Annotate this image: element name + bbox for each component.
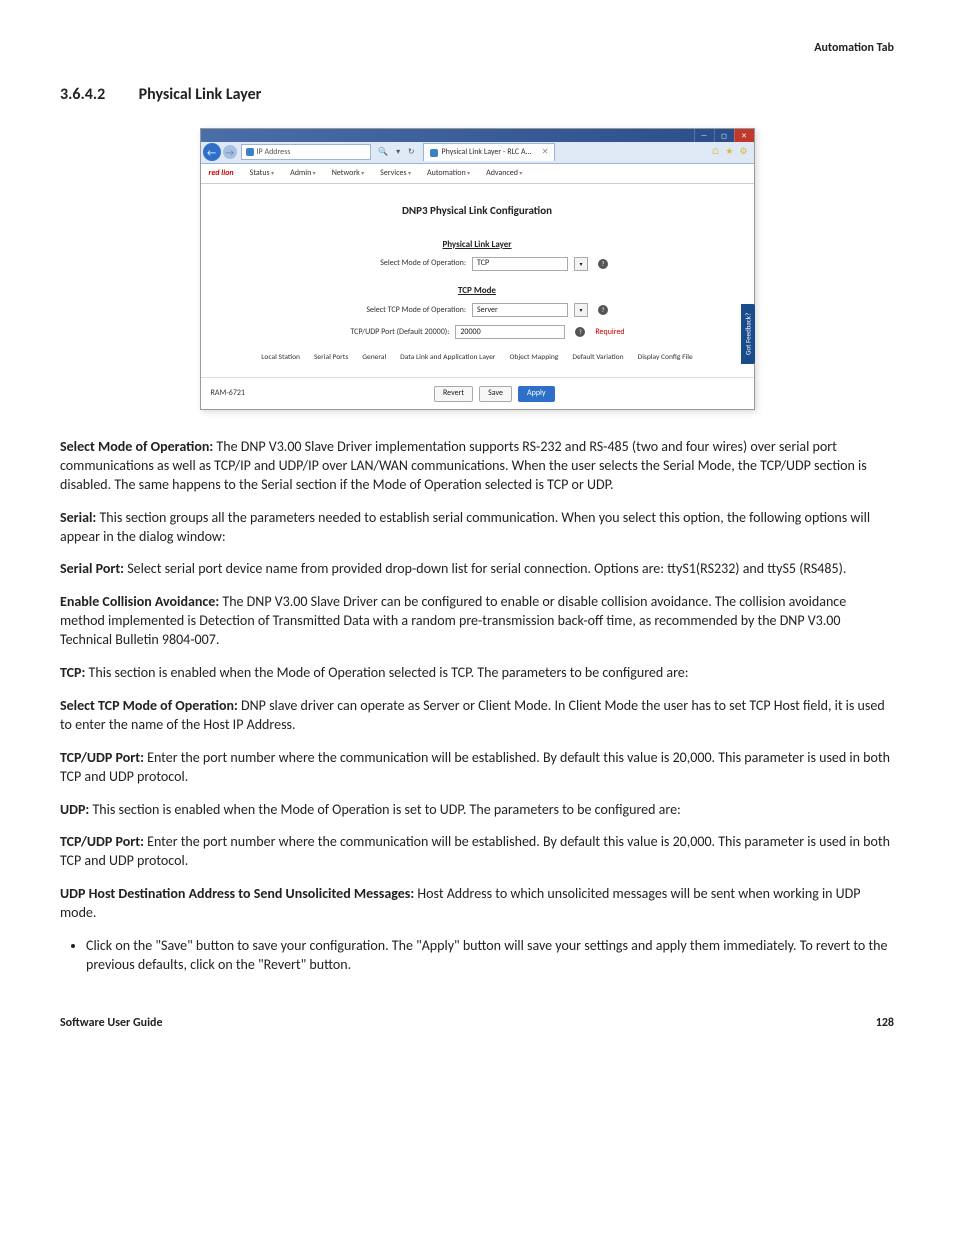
menu-network[interactable]: Network <box>332 168 364 179</box>
save-button[interactable]: Save <box>479 386 512 402</box>
page-footer: Software User Guide 128 <box>60 1015 894 1031</box>
app-menubar: red lion Status Admin Network Services A… <box>201 164 754 184</box>
config-title: DNP3 Physical Link Configuration <box>219 204 736 219</box>
tab-data-link[interactable]: Data Link and Application Layer <box>400 353 495 363</box>
gear-icon[interactable]: ⚙ <box>739 146 747 158</box>
p1-bold: Select Mode of Operation: <box>60 438 216 455</box>
port-input[interactable]: 20000 <box>455 325 565 339</box>
feedback-tab[interactable]: Got Feedback? <box>741 304 755 364</box>
address-text: IP Address <box>257 147 291 158</box>
port-row: TCP/UDP Port (Default 20000) 20000 ? Req… <box>219 325 736 339</box>
p6-bold: Select TCP Mode of Operation: <box>60 697 241 714</box>
tab-object-mapping[interactable]: Object Mapping <box>509 353 558 363</box>
port-label: TCP/UDP Port (Default 20000) <box>329 327 449 338</box>
apply-button[interactable]: Apply <box>518 386 555 402</box>
mode-row: Select Mode of Operation TCP ▾ ? <box>219 257 736 271</box>
mode-label: Select Mode of Operation <box>346 258 466 269</box>
p7-text: Enter the port number where the communic… <box>60 749 890 785</box>
body-text: Select Mode of Operation: The DNP V3.00 … <box>60 438 894 975</box>
back-icon[interactable]: ← <box>203 143 221 161</box>
menu-status[interactable]: Status <box>250 168 274 179</box>
pll-heading: Physical Link Layer <box>219 239 736 251</box>
help-icon[interactable]: ? <box>598 259 608 269</box>
p7-bold: TCP/UDP Port: <box>60 749 147 766</box>
tab-title: Physical Link Layer - RLC A... <box>442 147 532 158</box>
required-label: Required <box>595 327 624 338</box>
tab-display-config[interactable]: Display Config File <box>638 353 693 363</box>
section-heading: 3.6.4.2 Physical Link Layer <box>60 84 894 106</box>
p8-bold: UDP: <box>60 801 92 818</box>
navbar-right-icons: ⌂ ★ ⚙ <box>711 146 753 158</box>
help-icon[interactable]: ? <box>598 305 608 315</box>
header-tab-label: Automation Tab <box>60 40 894 56</box>
revert-button[interactable]: Revert <box>434 386 473 402</box>
p2-text: This section groups all the parameters n… <box>60 509 870 545</box>
menu-automation[interactable]: Automation <box>427 168 470 179</box>
footer-right: 128 <box>876 1015 894 1031</box>
p2-bold: Serial: <box>60 509 99 526</box>
tab-favicon-icon <box>430 149 438 157</box>
footer-bar: RAM-6721 Revert Save Apply <box>201 377 754 409</box>
section-number: 3.6.4.2 <box>60 84 135 106</box>
p3-text: Select serial port device name from prov… <box>127 560 846 577</box>
tab-default-variation[interactable]: Default Variation <box>572 353 623 363</box>
p10-bold: UDP Host Destination Address to Send Uns… <box>60 885 417 902</box>
section-title: Physical Link Layer <box>139 85 262 104</box>
p4-bold: Enable Collision Avoidance: <box>60 593 222 610</box>
tcp-mode-label: Select TCP Mode of Operation <box>346 305 466 316</box>
browser-navbar: ← → IP Address 🔍▾ ↻ Physical Link Layer … <box>201 142 754 164</box>
tab-close-icon[interactable]: ✕ <box>542 147 549 158</box>
brand-logo: red lion <box>209 168 234 179</box>
tcp-mode-row: Select TCP Mode of Operation Server ▾ ? <box>219 303 736 317</box>
model-label: RAM-6721 <box>211 388 245 399</box>
p5-bold: TCP: <box>60 664 89 681</box>
menu-services[interactable]: Services <box>380 168 411 179</box>
tab-local-station[interactable]: Local Station <box>261 353 300 363</box>
screenshot-window: — ◻ ✕ ← → IP Address 🔍▾ ↻ Physical Link … <box>200 128 755 410</box>
refresh-icon[interactable]: ↻ <box>408 147 415 158</box>
tcp-mode-select[interactable]: Server <box>472 303 568 317</box>
maximize-icon[interactable]: ◻ <box>714 129 734 142</box>
p5-text: This section is enabled when the Mode of… <box>89 664 689 681</box>
close-icon[interactable]: ✕ <box>734 129 754 142</box>
p8-text: This section is enabled when the Mode of… <box>92 801 680 818</box>
footer-left: Software User Guide <box>60 1015 163 1031</box>
p9-text: Enter the port number where the communic… <box>60 833 890 869</box>
p9-bold: TCP/UDP Port: <box>60 833 147 850</box>
tab-general[interactable]: General <box>362 353 386 363</box>
config-body: DNP3 Physical Link Configuration Physica… <box>201 184 754 377</box>
menu-admin[interactable]: Admin <box>290 168 316 179</box>
mode-select[interactable]: TCP <box>472 257 568 271</box>
address-bar[interactable]: IP Address <box>241 144 371 160</box>
star-icon[interactable]: ★ <box>725 146 733 158</box>
chevron-down-icon[interactable]: ▾ <box>574 257 588 271</box>
minimize-icon[interactable]: — <box>694 129 714 142</box>
window-titlebar: — ◻ ✕ <box>201 129 754 142</box>
help-icon[interactable]: ? <box>575 327 585 337</box>
chevron-down-icon[interactable]: ▾ <box>574 303 588 317</box>
search-icon[interactable]: 🔍 <box>378 147 388 158</box>
favicon-icon <box>246 148 254 156</box>
tab-serial-ports[interactable]: Serial Ports <box>314 353 348 363</box>
search-refresh-icons[interactable]: 🔍▾ ↻ <box>375 147 419 158</box>
forward-icon[interactable]: → <box>223 145 237 159</box>
tcp-heading: TCP Mode <box>219 285 736 297</box>
bullet-save: Click on the "Save" button to save your … <box>86 937 894 975</box>
browser-tab[interactable]: Physical Link Layer - RLC A... ✕ <box>423 143 556 161</box>
home-icon[interactable]: ⌂ <box>711 146 719 158</box>
bottom-tabs: Local Station Serial Ports General Data … <box>219 353 736 369</box>
p3-bold: Serial Port: <box>60 560 127 577</box>
menu-advanced[interactable]: Advanced <box>486 168 522 179</box>
